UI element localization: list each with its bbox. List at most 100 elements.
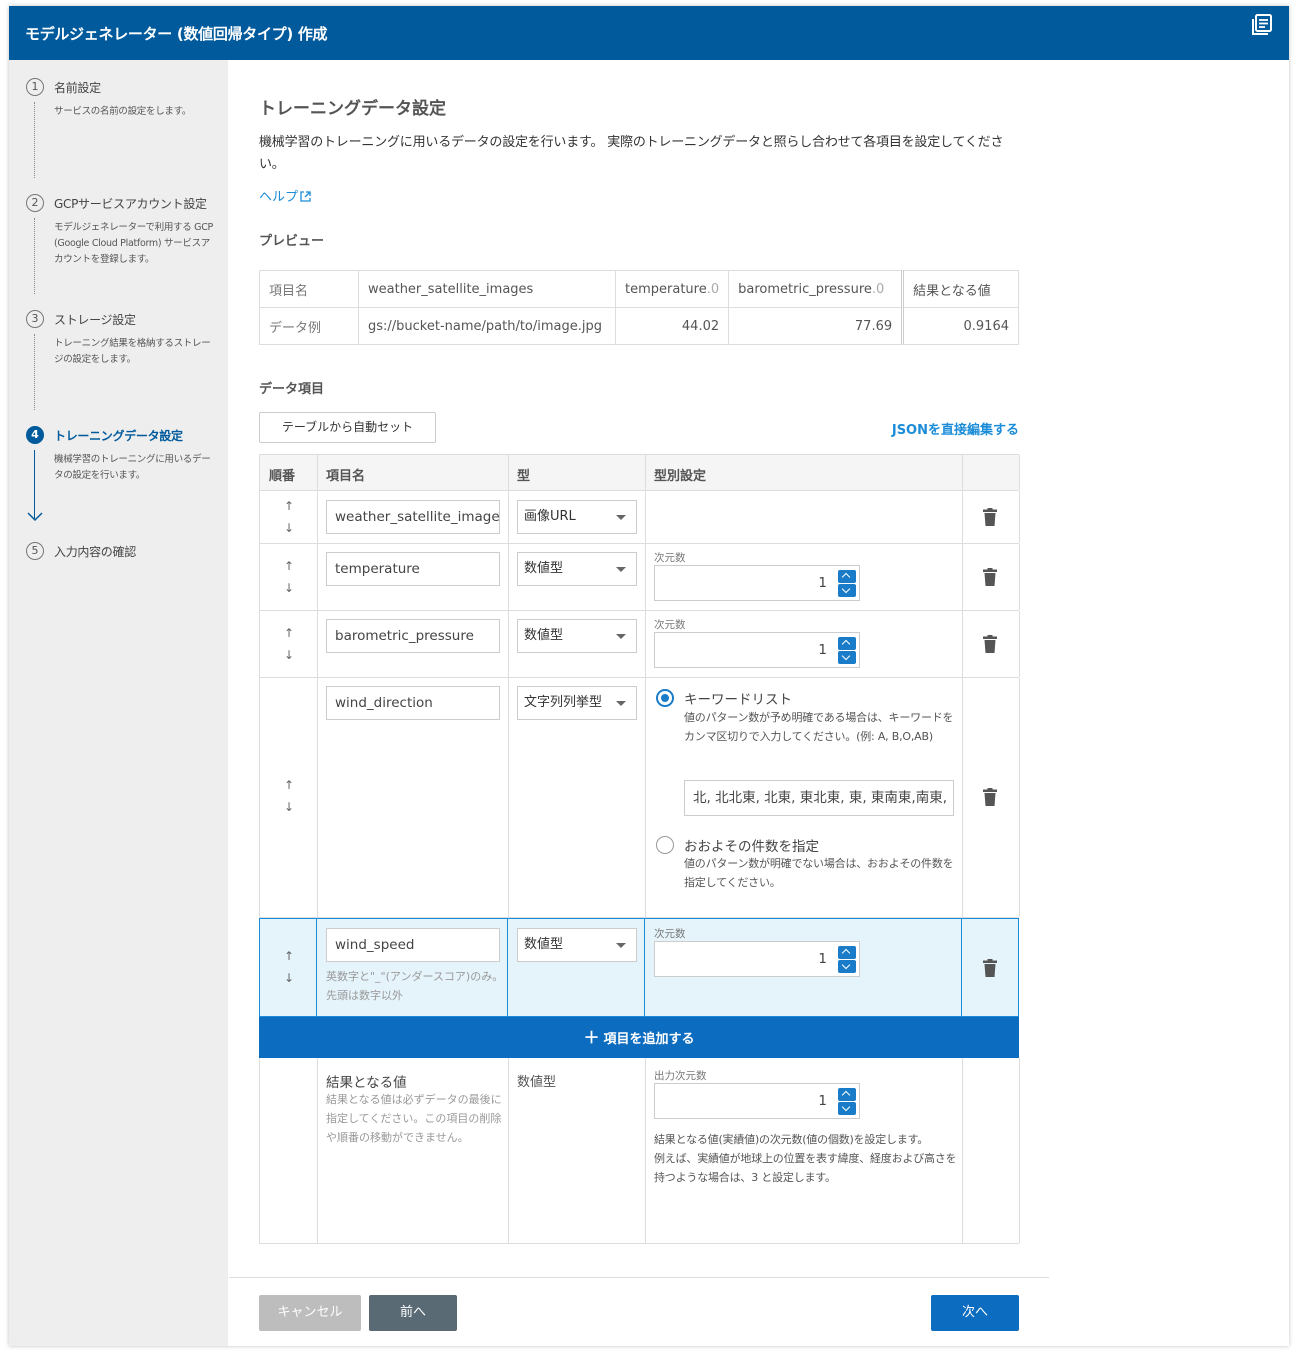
- decrement-icon[interactable]: [838, 651, 856, 664]
- move-up-icon[interactable]: ↑: [282, 774, 296, 796]
- preview-value: 44.02: [614, 307, 730, 345]
- table-row: ↑ ↓ wind_direction 文字列列挙型 キーワードリスト 値のパター…: [259, 678, 1020, 918]
- dim-stepper[interactable]: 1: [654, 941, 860, 977]
- preview-col-suffix: .0: [871, 281, 885, 297]
- next-button[interactable]: 次へ: [931, 1295, 1019, 1331]
- result-title: 結果となる値: [326, 1075, 407, 1091]
- step-label: GCPサービスアカウント設定: [54, 197, 207, 211]
- move-down-icon[interactable]: ↓: [282, 967, 296, 989]
- step-desc: モデルジェネレーターで利用する GCP (Google Cloud Platfo…: [54, 222, 213, 265]
- docs-icon[interactable]: [1251, 14, 1273, 36]
- step-desc: サービスの名前の設定をします。: [54, 106, 192, 117]
- increment-icon[interactable]: [838, 1088, 856, 1101]
- preview-col-name: weather_satellite_images: [368, 281, 534, 297]
- table-row-selected: ↑ ↓ wind_speed 英数字と"_"(アンダースコア)のみ。先頭は数字以…: [259, 918, 1019, 1017]
- preview-col-name: temperature: [625, 281, 707, 297]
- title-bar: モデルジェネレーター (数値回帰タイプ) 作成: [9, 6, 1289, 60]
- item-name-input[interactable]: barometric_pressure: [326, 619, 500, 653]
- json-edit-link[interactable]: JSONを直接編集する: [892, 419, 1019, 438]
- preview-col-name: 結果となる値: [913, 283, 991, 299]
- auto-set-button[interactable]: テーブルから自動セット: [259, 412, 436, 443]
- preview-value: 0.9164: [901, 307, 1019, 345]
- table-row: ↑ ↓ weather_satellite_images 画像URL: [259, 491, 1020, 544]
- item-type-select[interactable]: 数値型: [517, 928, 637, 962]
- output-dim-stepper[interactable]: 1: [654, 1083, 860, 1119]
- trash-icon[interactable]: [982, 959, 998, 977]
- preview-value: gs://bucket-name/path/to/image.jpg: [358, 307, 616, 345]
- keyword-list-radio[interactable]: [656, 689, 674, 707]
- step-label: 名前設定: [54, 81, 101, 95]
- dim-value: 1: [818, 575, 827, 591]
- move-down-icon[interactable]: ↓: [282, 577, 296, 599]
- move-up-icon[interactable]: ↑: [282, 945, 296, 967]
- step-number: 2: [26, 194, 44, 212]
- preview-col-name: barometric_pressure: [738, 281, 872, 297]
- keyword-list-input[interactable]: 北, 北北東, 北東, 東北東, 東, 東南東,南東,: [684, 780, 954, 816]
- increment-icon[interactable]: [838, 637, 856, 650]
- item-name-hint: 英数字と"_"(アンダースコア)のみ。先頭は数字以外: [326, 970, 504, 1002]
- trash-icon[interactable]: [982, 508, 998, 526]
- preview-col-header: barometric_pressure.0: [728, 270, 904, 308]
- dim-label: 次元数: [654, 928, 686, 940]
- dim-label: 次元数: [654, 619, 686, 631]
- move-up-icon[interactable]: ↑: [282, 555, 296, 577]
- help-link[interactable]: ヘルプ: [259, 186, 311, 205]
- page-header-title: モデルジェネレーター (数値回帰タイプ) 作成: [25, 25, 328, 43]
- step-desc: トレーニング結果を格納するストレージの設定をします。: [54, 338, 211, 365]
- move-down-icon[interactable]: ↓: [282, 796, 296, 818]
- move-down-icon[interactable]: ↓: [282, 644, 296, 666]
- item-type-select[interactable]: 数値型: [517, 619, 637, 653]
- move-up-icon[interactable]: ↑: [282, 495, 296, 517]
- preview-header-row: 項目名 weather_satellite_images temperature…: [259, 270, 1019, 308]
- approx-count-label: おおよその件数を指定: [684, 839, 819, 855]
- external-link-icon: [300, 191, 311, 202]
- item-type-select[interactable]: 文字列列挙型: [517, 686, 637, 720]
- step-number: 3: [26, 310, 44, 328]
- add-item-button[interactable]: ＋項目を追加する: [259, 1017, 1019, 1058]
- item-type-select[interactable]: 数値型: [517, 552, 637, 586]
- item-type-select[interactable]: 画像URL: [517, 500, 637, 534]
- keyword-list-label: キーワードリスト: [684, 692, 792, 708]
- increment-icon[interactable]: [838, 570, 856, 583]
- prev-button[interactable]: 前へ: [369, 1295, 457, 1331]
- step-number: 1: [26, 78, 44, 96]
- preview-col-header: weather_satellite_images: [358, 270, 616, 308]
- approx-count-radio[interactable]: [656, 836, 674, 854]
- step-connector-active: [34, 450, 35, 520]
- trash-icon[interactable]: [982, 568, 998, 586]
- arrow-down-icon: [27, 512, 43, 522]
- help-label: ヘルプ: [259, 190, 299, 205]
- item-name-input[interactable]: wind_direction: [326, 686, 500, 720]
- trash-icon[interactable]: [982, 635, 998, 653]
- preview-col-suffix: .0: [706, 281, 720, 297]
- increment-icon[interactable]: [838, 946, 856, 959]
- result-note: 結果となる値(実績値)の次元数(値の個数)を設定します。 例えば、実績値が地球上…: [654, 1133, 957, 1184]
- move-up-icon[interactable]: ↑: [282, 622, 296, 644]
- cancel-button[interactable]: キャンセル: [259, 1295, 361, 1331]
- intro-text: 機械学習のトレーニングに用いるデータの設定を行います。 実際のトレーニングデータ…: [259, 135, 1004, 172]
- result-desc: 結果となる値は必ずデータの最後に指定してください。この項目の削除や順番の移動がで…: [326, 1093, 502, 1144]
- result-row: 結果となる値 結果となる値は必ずデータの最後に指定してください。この項目の削除や…: [259, 1058, 1020, 1244]
- preview-value-row: データ例 gs://bucket-name/path/to/image.jpg …: [259, 307, 1019, 345]
- output-dim-label: 出力次元数: [654, 1070, 707, 1082]
- decrement-icon[interactable]: [838, 584, 856, 597]
- step-label: トレーニングデータ設定: [54, 429, 183, 443]
- item-name-input[interactable]: temperature: [326, 552, 500, 586]
- move-down-icon[interactable]: ↓: [282, 517, 296, 539]
- decrement-icon[interactable]: [838, 1102, 856, 1115]
- decrement-icon[interactable]: [838, 960, 856, 973]
- col-order: 順番: [269, 469, 296, 484]
- step-label: 入力内容の確認: [54, 545, 136, 559]
- preview-table: 項目名 weather_satellite_images temperature…: [259, 270, 1019, 345]
- plus-icon: ＋: [583, 1028, 600, 1047]
- step-connector: [34, 102, 35, 178]
- dim-stepper[interactable]: 1: [654, 565, 860, 601]
- step-number: 4: [26, 426, 44, 444]
- dim-value: 1: [818, 1093, 827, 1109]
- trash-icon[interactable]: [982, 788, 998, 806]
- dim-stepper[interactable]: 1: [654, 632, 860, 668]
- result-type: 数値型: [517, 1075, 557, 1090]
- step-label: ストレージ設定: [54, 313, 136, 327]
- item-name-input[interactable]: weather_satellite_images: [326, 500, 500, 534]
- item-name-input[interactable]: wind_speed: [326, 928, 500, 962]
